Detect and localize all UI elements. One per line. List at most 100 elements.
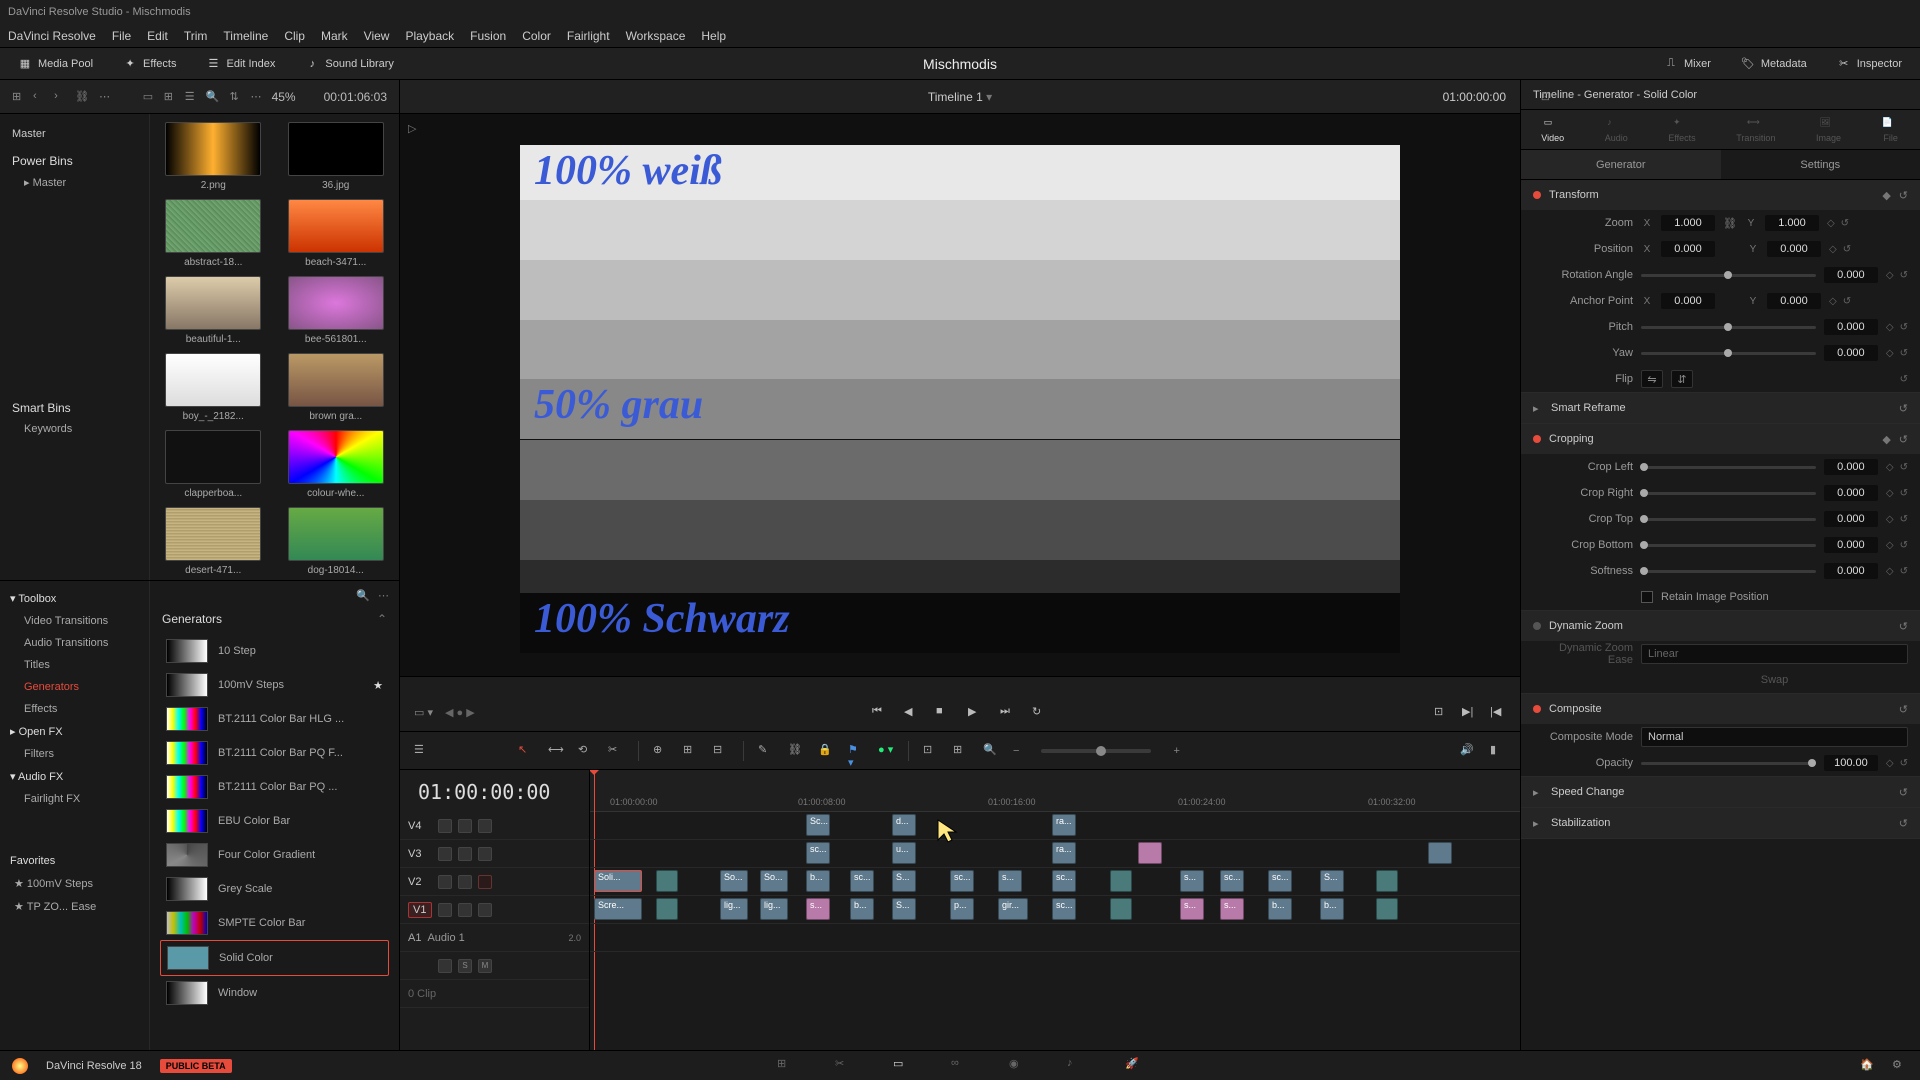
transform-header[interactable]: Transform◆↺: [1521, 180, 1920, 210]
fusion-page-icon[interactable]: ∞: [951, 1057, 969, 1075]
track-v2-header[interactable]: V2: [400, 868, 589, 896]
media-thumb[interactable]: colour-whe...: [281, 430, 392, 499]
lock-icon[interactable]: [438, 819, 452, 833]
enable-icon[interactable]: [478, 847, 492, 861]
media-thumb[interactable]: 36.jpg: [281, 122, 392, 191]
timeline-clip[interactable]: Soli...: [594, 870, 642, 892]
view-list-icon[interactable]: ☰: [185, 90, 196, 104]
tab-image[interactable]: 🖼Image: [1816, 117, 1841, 143]
menu-playback[interactable]: Playback: [405, 29, 454, 43]
tab-video[interactable]: ▭Video: [1541, 117, 1564, 143]
trim-tool-icon[interactable]: ⟷: [548, 743, 564, 759]
step-back-icon[interactable]: ◀: [904, 705, 920, 721]
auto-icon[interactable]: [458, 847, 472, 861]
deliver-page-icon[interactable]: 🚀: [1125, 1057, 1143, 1075]
powerbin-master[interactable]: ▸ Master: [0, 172, 149, 193]
timeline-clip[interactable]: s...: [1180, 898, 1204, 920]
more-icon[interactable]: ⋯: [99, 90, 110, 104]
soundlib-button[interactable]: ♪Sound Library: [299, 53, 400, 75]
anchor-y[interactable]: 0.000: [1767, 293, 1821, 309]
selection-tool-icon[interactable]: ↖: [518, 743, 534, 759]
flag-icon[interactable]: ⚑ ▾: [848, 743, 864, 759]
viewer[interactable]: ▷ 100% weiß50% grau100% Schwarz: [400, 114, 1520, 676]
subtab-settings[interactable]: Settings: [1721, 150, 1920, 179]
menu-fairlight[interactable]: Fairlight: [567, 29, 610, 43]
loop-icon[interactable]: ↻: [1032, 705, 1048, 721]
fx-search-icon[interactable]: 🔍: [356, 589, 370, 602]
expand-left-icon[interactable]: ▷: [408, 122, 416, 135]
keyframe-icon[interactable]: ◆: [1882, 189, 1890, 202]
timeline-clip[interactable]: [656, 898, 678, 920]
timeline-clip[interactable]: b...: [806, 870, 830, 892]
composite-header[interactable]: Composite↺: [1521, 694, 1920, 724]
auto-icon[interactable]: [458, 903, 472, 917]
tab-audio[interactable]: ♪Audio: [1605, 117, 1628, 143]
timeline-clip[interactable]: S...: [892, 870, 916, 892]
media-thumb[interactable]: beautiful-1...: [158, 276, 269, 345]
smartbin-keywords[interactable]: Keywords: [0, 419, 149, 439]
generator-item[interactable]: BT.2111 Color Bar HLG ...: [160, 702, 389, 736]
timeline-clip[interactable]: Scre...: [594, 898, 642, 920]
ease-select[interactable]: Linear: [1641, 644, 1908, 664]
auto-icon[interactable]: [458, 819, 472, 833]
zoom-x[interactable]: 1.000: [1661, 215, 1715, 231]
search-icon[interactable]: 🔍: [206, 90, 220, 104]
generator-item[interactable]: 10 Step: [160, 634, 389, 668]
more2-icon[interactable]: ⋯: [251, 90, 262, 104]
mute-icon[interactable]: M: [478, 959, 492, 973]
timeline-clip[interactable]: s...: [806, 898, 830, 920]
mixer-button[interactable]: ⎍Mixer: [1658, 53, 1717, 75]
zoom-slider[interactable]: [1041, 749, 1151, 753]
media-thumb[interactable]: bee-561801...: [281, 276, 392, 345]
media-thumb[interactable]: brown gra...: [281, 353, 392, 422]
blade-tool-icon[interactable]: ✂: [608, 743, 624, 759]
viewer-mode-icon[interactable]: ▭ ▾: [414, 706, 433, 719]
timeline-clip[interactable]: [1138, 842, 1162, 864]
zoom3-icon[interactable]: 🔍: [983, 743, 999, 759]
inspector-button[interactable]: ✂Inspector: [1831, 53, 1908, 75]
lock-icon[interactable]: [438, 875, 452, 889]
timeline-clip[interactable]: b...: [1268, 898, 1292, 920]
marker-icon[interactable]: ● ▾: [878, 743, 894, 759]
settings-icon[interactable]: ⚙: [1892, 1058, 1908, 1074]
sort-icon[interactable]: ⇅: [230, 90, 241, 104]
zoom-out-icon[interactable]: −: [1013, 745, 1019, 757]
pitch-slider[interactable]: [1641, 326, 1816, 329]
audio-icon[interactable]: 🔊: [1460, 743, 1476, 759]
fairlight-page-icon[interactable]: ♪: [1067, 1057, 1085, 1075]
menu-fusion[interactable]: Fusion: [470, 29, 506, 43]
media-thumb[interactable]: 2.png: [158, 122, 269, 191]
pos-x[interactable]: 0.000: [1661, 241, 1715, 257]
cropbottom-slider[interactable]: [1641, 544, 1816, 547]
effects-button[interactable]: ✦Effects: [117, 53, 182, 75]
flip-v-button[interactable]: ⇵: [1671, 370, 1693, 388]
menu-edit[interactable]: Edit: [147, 29, 168, 43]
match-frame-icon[interactable]: ⊡: [1434, 705, 1450, 721]
rotation-val[interactable]: 0.000: [1824, 267, 1878, 283]
enable-dot[interactable]: [1533, 435, 1541, 443]
timeline-clip[interactable]: S...: [892, 898, 916, 920]
edit-page-icon[interactable]: ▭: [893, 1057, 911, 1075]
enable-icon[interactable]: [478, 819, 492, 833]
generator-item[interactable]: Window: [160, 976, 389, 1010]
zoom-in-icon[interactable]: +: [1173, 745, 1179, 757]
cat-openfx[interactable]: ▸ Open FX: [0, 720, 149, 743]
anchor-x[interactable]: 0.000: [1661, 293, 1715, 309]
timeline-clip[interactable]: [1376, 870, 1398, 892]
zoom-percent[interactable]: 45%: [272, 90, 296, 104]
reset-icon[interactable]: ↺: [1899, 189, 1908, 202]
bin-nav-fwd-icon[interactable]: ›: [54, 90, 65, 104]
cat-filters[interactable]: Filters: [0, 743, 149, 765]
retain-checkbox[interactable]: [1641, 591, 1653, 603]
tab-effects[interactable]: ✦Effects: [1668, 117, 1695, 143]
smartreframe-header[interactable]: ▸Smart Reframe↺: [1521, 393, 1920, 423]
enable-dot[interactable]: [1533, 622, 1541, 630]
enable-dot[interactable]: [1533, 705, 1541, 713]
generator-item[interactable]: BT.2111 Color Bar PQ F...: [160, 736, 389, 770]
tab-transition[interactable]: ⟷Transition: [1736, 117, 1775, 143]
timeline-clip[interactable]: b...: [1320, 898, 1344, 920]
timeline-clip[interactable]: [656, 870, 678, 892]
link-tool-icon[interactable]: ⛓: [788, 743, 804, 759]
timeline-clip[interactable]: p...: [950, 898, 974, 920]
rotation-slider[interactable]: [1641, 274, 1816, 277]
